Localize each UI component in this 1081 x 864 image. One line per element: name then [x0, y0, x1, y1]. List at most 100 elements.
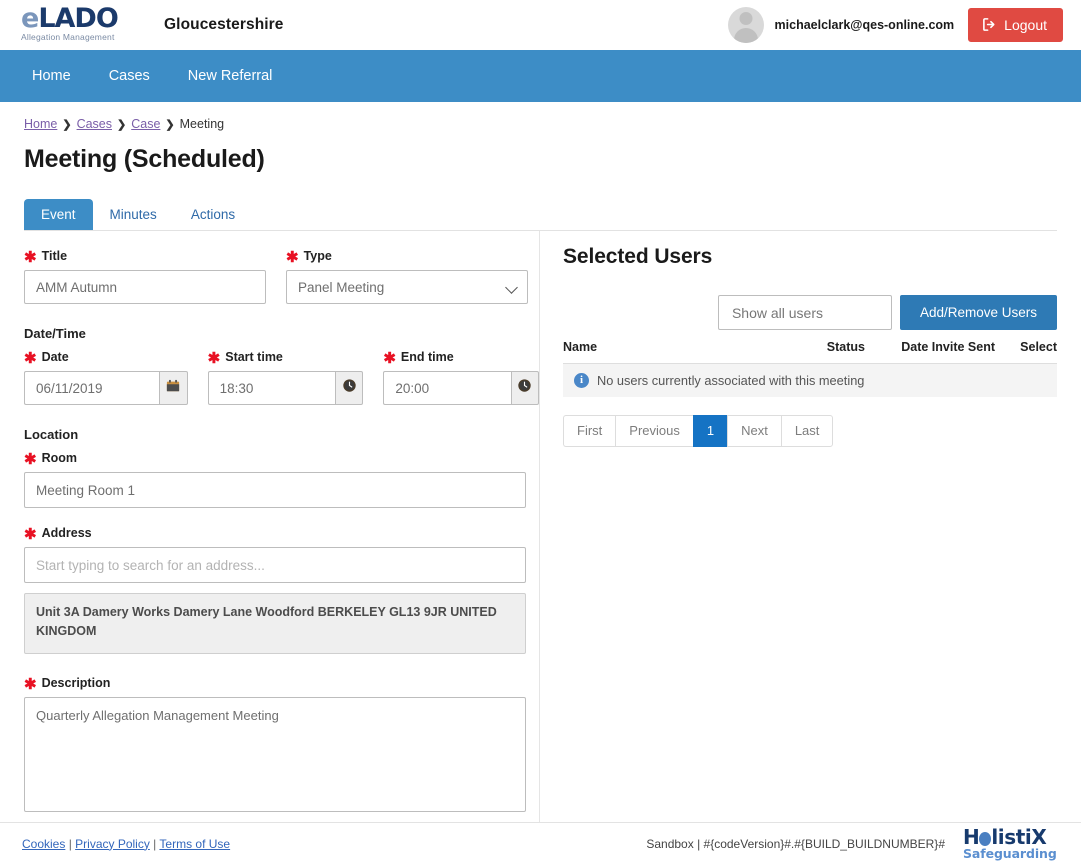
breadcrumb-item-meeting: Meeting [180, 117, 224, 131]
date-field-group: ✱ Date [24, 350, 188, 405]
shield-leaf-icon [979, 832, 991, 846]
type-label-text: Type [304, 250, 332, 263]
start-time-input[interactable] [208, 371, 336, 405]
date-input[interactable] [24, 371, 159, 405]
tab-actions[interactable]: Actions [174, 199, 252, 231]
type-field-group: ✱ Type [286, 249, 528, 304]
date-input-group [24, 371, 188, 405]
users-table-empty-row: i No users currently associated with thi… [563, 364, 1057, 397]
elado-logo-wordmark: eLADO [21, 4, 139, 33]
description-field-group: ✱ Description [24, 676, 526, 812]
column-header-name: Name [563, 340, 775, 354]
title-field-group: ✱ Title [24, 249, 266, 304]
footer-build-info: Sandbox | #{codeVersion}#.#{BUILD_BUILDN… [646, 837, 963, 851]
nav-item-new-referral[interactable]: New Referral [188, 68, 273, 84]
end-time-label: ✱ End time [383, 350, 539, 365]
address-search-input[interactable] [24, 547, 526, 583]
app-header: eLADO Allegation Management Gloucestersh… [0, 0, 1081, 50]
datetime-heading: Date/Time [24, 326, 539, 341]
footer-separator: | [150, 837, 160, 851]
tab-minutes[interactable]: Minutes [93, 199, 174, 231]
footer-link-privacy-policy[interactable]: Privacy Policy [75, 837, 150, 851]
footer-link-cookies[interactable]: Cookies [22, 837, 65, 851]
holistix-tagline: Safeguarding [963, 848, 1059, 861]
end-time-input[interactable] [383, 371, 511, 405]
required-marker-icon: ✱ [24, 677, 37, 692]
footer-links: Cookies | Privacy Policy | Terms of Use [22, 837, 230, 851]
required-marker-icon: ✱ [24, 351, 37, 366]
title-label: ✱ Title [24, 249, 266, 264]
type-select[interactable] [286, 270, 528, 304]
users-pagination: First Previous 1 Next Last [563, 415, 1057, 447]
page-title: Meeting (Scheduled) [24, 145, 1057, 174]
start-time-label: ✱ Start time [208, 350, 364, 365]
organisation-title: Gloucestershire [164, 16, 284, 34]
logout-button-label: Logout [1004, 18, 1047, 32]
add-remove-users-button[interactable]: Add/Remove Users [900, 295, 1057, 330]
logout-button[interactable]: Logout [968, 8, 1063, 42]
title-input[interactable] [24, 270, 266, 304]
column-header-status: Status [775, 340, 865, 354]
users-toolbar: Add/Remove Users [563, 295, 1057, 330]
user-email-label: michaelclark@qes-online.com [775, 18, 955, 32]
column-header-select: Select [995, 340, 1057, 354]
end-time-field-group: ✱ End time [383, 350, 539, 405]
start-time-input-group [208, 371, 364, 405]
footer-link-terms-of-use[interactable]: Terms of Use [159, 837, 230, 851]
selected-users-title: Selected Users [563, 245, 1057, 269]
footer-separator: | [65, 837, 75, 851]
event-form: ✱ Title ✱ Type Date/Time [24, 231, 540, 841]
pagination-first[interactable]: First [563, 415, 615, 447]
required-marker-icon: ✱ [24, 452, 37, 467]
breadcrumb-item-home[interactable]: Home [24, 117, 57, 131]
elado-logo-lado: LADO [38, 3, 117, 34]
page-container: Home ❯ Cases ❯ Case ❯ Meeting Meeting (S… [0, 102, 1081, 841]
address-field-group: ✱ Address Unit 3A Damery Works Damery La… [24, 526, 526, 654]
users-table: Name Status Date Invite Sent Select i No… [563, 340, 1057, 397]
address-label-text: Address [42, 527, 92, 540]
calendar-picker-button[interactable] [159, 371, 187, 405]
description-label-text: Description [42, 677, 111, 690]
nav-item-home[interactable]: Home [32, 68, 71, 84]
pagination-page-1[interactable]: 1 [693, 415, 727, 447]
main-navbar: Home Cases New Referral [0, 50, 1081, 102]
info-icon: i [574, 373, 589, 388]
required-marker-icon: ✱ [383, 351, 396, 366]
start-time-label-text: Start time [225, 351, 283, 364]
end-time-picker-button[interactable] [511, 371, 539, 405]
clock-icon [342, 378, 357, 398]
date-label: ✱ Date [24, 350, 188, 365]
breadcrumb-item-cases[interactable]: Cases [77, 117, 112, 131]
end-time-input-group [383, 371, 539, 405]
avatar [728, 7, 764, 43]
selected-users-panel: Selected Users Add/Remove Users Name Sta… [540, 231, 1057, 841]
description-textarea[interactable] [24, 697, 526, 812]
room-label-text: Room [42, 452, 77, 465]
users-table-empty-message: No users currently associated with this … [597, 373, 864, 388]
tab-bar: Event Minutes Actions [24, 195, 1057, 231]
holistix-x: X [1031, 825, 1046, 849]
required-marker-icon: ✱ [24, 250, 37, 265]
tab-event[interactable]: Event [24, 199, 93, 231]
title-type-row: ✱ Title ✱ Type [24, 249, 539, 304]
start-time-picker-button[interactable] [335, 371, 363, 405]
breadcrumb-item-case[interactable]: Case [131, 117, 160, 131]
type-select-wrapper [286, 270, 528, 304]
logout-icon [982, 17, 997, 32]
room-input[interactable] [24, 472, 526, 508]
users-filter-select[interactable] [718, 295, 892, 330]
nav-item-cases[interactable]: Cases [109, 68, 150, 84]
required-marker-icon: ✱ [24, 527, 37, 542]
pagination-last[interactable]: Last [781, 415, 834, 447]
breadcrumb-separator-icon: ❯ [165, 118, 174, 131]
elado-logo-e: e [21, 3, 38, 34]
required-marker-icon: ✱ [286, 250, 299, 265]
pagination-previous[interactable]: Previous [615, 415, 693, 447]
pagination-next[interactable]: Next [727, 415, 781, 447]
address-label: ✱ Address [24, 526, 526, 541]
breadcrumb-separator-icon: ❯ [117, 118, 126, 131]
users-filter-wrapper [718, 295, 892, 330]
header-user-area: michaelclark@qes-online.com Logout [728, 0, 1063, 50]
required-marker-icon: ✱ [208, 351, 221, 366]
holistix-logo: HlistiX Safeguarding [963, 827, 1059, 861]
